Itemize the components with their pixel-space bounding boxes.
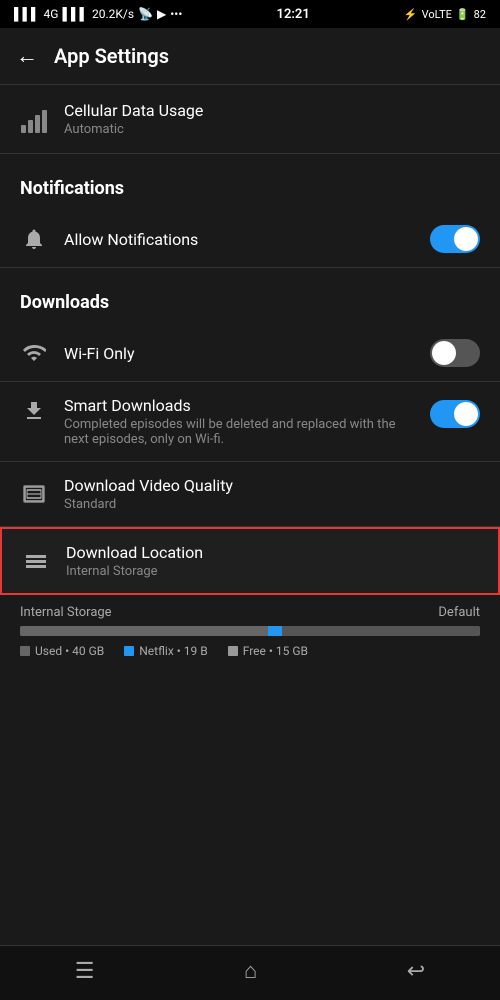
legend-free: Free • 15 GB bbox=[228, 644, 308, 658]
allow-notifications-toggle[interactable] bbox=[430, 225, 480, 253]
smart-downloads-content: Smart Downloads Completed episodes will … bbox=[64, 396, 414, 447]
cast-icon: 📡 bbox=[138, 7, 153, 21]
toggle-knob-wifi bbox=[432, 341, 456, 365]
home-button[interactable]: ⌂ bbox=[244, 958, 257, 984]
downloads-header: Downloads bbox=[0, 268, 500, 325]
allow-notifications-content: Allow Notifications bbox=[64, 230, 414, 249]
notifications-header: Notifications bbox=[0, 154, 500, 211]
toggle-knob-smart bbox=[454, 402, 478, 426]
download-quality-title: Download Video Quality bbox=[64, 476, 480, 495]
media-icon: ▶ bbox=[157, 7, 166, 21]
location-icon bbox=[22, 547, 50, 575]
back-nav-button[interactable]: ↩ bbox=[407, 959, 425, 984]
page-title: App Settings bbox=[54, 44, 169, 68]
storage-labels: Internal Storage Default bbox=[20, 605, 480, 620]
storage-legend: Used • 40 GB Netflix • 19 B Free • 15 GB bbox=[20, 644, 480, 658]
wifi-only-content: Wi-Fi Only bbox=[64, 344, 414, 363]
smart-download-icon bbox=[20, 396, 48, 424]
download-location-row[interactable]: Download Location Internal Storage bbox=[0, 527, 500, 595]
wifi-icon bbox=[20, 339, 48, 367]
storage-label-right: Default bbox=[438, 605, 480, 620]
storage-netflix-bar bbox=[268, 626, 282, 636]
bar4 bbox=[42, 110, 47, 133]
battery-level: 82 bbox=[474, 8, 486, 21]
notifications-section: Notifications Allow Notifications bbox=[0, 154, 500, 267]
download-quality-row[interactable]: Download Video Quality Standard bbox=[0, 462, 500, 526]
cellular-title: Cellular Data Usage bbox=[64, 101, 203, 120]
top-nav: ← App Settings bbox=[0, 28, 500, 84]
storage-section: Internal Storage Default Used • 40 GB Ne… bbox=[0, 595, 500, 672]
downloads-section: Downloads Wi-Fi Only Smart Downloads Com… bbox=[0, 268, 500, 595]
smart-downloads-row[interactable]: Smart Downloads Completed episodes will … bbox=[0, 382, 500, 461]
legend-netflix-label: Netflix • 19 B bbox=[139, 644, 207, 658]
toggle-knob bbox=[454, 227, 478, 251]
download-quality-content: Download Video Quality Standard bbox=[64, 476, 480, 512]
status-time: 12:21 bbox=[277, 7, 310, 22]
download-location-subtitle: Internal Storage bbox=[66, 564, 478, 579]
volte-icon: VoLTE bbox=[422, 8, 452, 21]
smart-downloads-subtitle: Completed episodes will be deleted and r… bbox=[64, 417, 414, 447]
legend-used-label: Used • 40 GB bbox=[35, 644, 104, 658]
bluetooth-icon: ⚡ bbox=[404, 8, 418, 21]
smart-downloads-title: Smart Downloads bbox=[64, 396, 414, 415]
bell-icon bbox=[20, 225, 48, 253]
menu-button[interactable]: ☰ bbox=[75, 959, 95, 984]
status-right: ⚡ VoLTE 🔋 82 bbox=[404, 8, 486, 21]
bar1 bbox=[21, 125, 26, 133]
download-location-content: Download Location Internal Storage bbox=[66, 543, 478, 579]
dot-free bbox=[228, 646, 238, 656]
battery-icon: 🔋 bbox=[456, 8, 470, 21]
cellular-data-row[interactable]: Cellular Data Usage Automatic bbox=[0, 85, 500, 153]
network-speed: 20.2K/s bbox=[92, 7, 134, 21]
legend-free-label: Free • 15 GB bbox=[243, 644, 308, 658]
quality-icon bbox=[20, 480, 48, 508]
network-type: 4G bbox=[44, 7, 59, 21]
smart-downloads-toggle[interactable] bbox=[430, 400, 480, 428]
signal-strength: ▌▌▌ bbox=[14, 7, 40, 21]
cellular-icon bbox=[20, 105, 48, 133]
legend-used: Used • 40 GB bbox=[20, 644, 104, 658]
cellular-text: Cellular Data Usage Automatic bbox=[64, 101, 203, 137]
back-button[interactable]: ← bbox=[16, 43, 38, 69]
wifi-only-row[interactable]: Wi-Fi Only bbox=[0, 325, 500, 381]
wifi-only-title: Wi-Fi Only bbox=[64, 344, 414, 363]
legend-netflix: Netflix • 19 B bbox=[124, 644, 207, 658]
bar2 bbox=[28, 120, 33, 133]
bar3 bbox=[35, 115, 40, 133]
wifi-only-toggle[interactable] bbox=[430, 339, 480, 367]
allow-notifications-title: Allow Notifications bbox=[64, 230, 414, 249]
storage-bar bbox=[20, 626, 480, 636]
download-location-title: Download Location bbox=[66, 543, 478, 562]
storage-used-bar bbox=[20, 626, 268, 636]
network-alt: ▌▌▌ bbox=[62, 7, 88, 21]
status-left: ▌▌▌ 4G ▌▌▌ 20.2K/s 📡 ▶ ••• bbox=[14, 7, 182, 21]
status-bar: ▌▌▌ 4G ▌▌▌ 20.2K/s 📡 ▶ ••• 12:21 ⚡ VoLTE… bbox=[0, 0, 500, 28]
storage-label-left: Internal Storage bbox=[20, 605, 112, 620]
cellular-subtitle: Automatic bbox=[64, 122, 203, 137]
allow-notifications-row[interactable]: Allow Notifications bbox=[0, 211, 500, 267]
dot-used bbox=[20, 646, 30, 656]
storage-free-bar bbox=[282, 626, 480, 636]
more-icon: ••• bbox=[170, 7, 182, 21]
dot-netflix bbox=[124, 646, 134, 656]
download-quality-subtitle: Standard bbox=[64, 497, 480, 512]
bottom-nav: ☰ ⌂ ↩ bbox=[0, 945, 500, 1000]
